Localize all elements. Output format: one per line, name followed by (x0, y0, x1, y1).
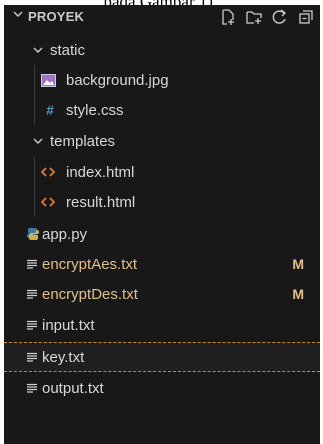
git-modified-badge: M (292, 286, 304, 302)
collapse-all-icon[interactable] (296, 7, 316, 27)
tree-item-static[interactable]: static (4, 35, 320, 65)
html-icon (40, 164, 56, 180)
tree-item-label: input.txt (42, 316, 95, 334)
tree-item-label: key.txt (42, 348, 85, 366)
tree-item-style-css[interactable]: # style.css (4, 95, 320, 125)
refresh-icon[interactable] (270, 7, 290, 27)
tree-item-label: encryptAes.txt (42, 255, 138, 273)
html-icon (40, 194, 56, 210)
explorer-panel: PROYEK static background.jpg # style.css… (4, 5, 320, 444)
tree-item-app-py[interactable]: app.py (4, 219, 320, 249)
tree-item-label: app.py (42, 225, 88, 243)
indent-guide (34, 187, 35, 217)
new-file-icon[interactable] (218, 7, 238, 27)
tree-item-encryptdes-txt[interactable]: encryptDes.txt M (4, 279, 320, 309)
text-file-icon (24, 380, 40, 396)
tree-item-background-jpg[interactable]: background.jpg (4, 65, 320, 95)
text-file-icon (24, 349, 40, 365)
explorer-root-header[interactable]: PROYEK (4, 5, 320, 29)
tree-item-encryptaes-txt[interactable]: encryptAes.txt M (4, 249, 320, 279)
explorer-root-label: PROYEK (28, 9, 85, 24)
tree-item-templates[interactable]: templates (4, 126, 320, 156)
tree-item-label: style.css (66, 101, 124, 119)
indent-guide (34, 65, 35, 95)
tree-item-result-html[interactable]: result.html (4, 187, 320, 217)
tree-item-output-txt[interactable]: output.txt (4, 373, 320, 403)
tree-item-label: encryptDes.txt (42, 285, 138, 303)
chevron-down-icon[interactable] (12, 8, 24, 23)
chevron-down-icon (30, 42, 46, 58)
python-icon (25, 226, 41, 242)
tree-item-label: index.html (66, 163, 135, 181)
new-folder-icon[interactable] (244, 7, 264, 27)
chevron-down-icon (30, 133, 46, 149)
tree-item-label: static (50, 41, 86, 59)
image-file-icon (40, 72, 56, 88)
indent-guide (34, 95, 35, 125)
tree-item-label: background.jpg (66, 71, 169, 89)
text-file-icon (24, 256, 40, 272)
tree-item-label: result.html (66, 193, 136, 211)
text-file-icon (24, 286, 40, 302)
tree-item-index-html[interactable]: index.html (4, 157, 320, 187)
tree-item-label: output.txt (42, 379, 104, 397)
tree-item-key-txt[interactable]: key.txt (4, 342, 320, 372)
css-hash-icon: # (46, 102, 54, 118)
tree-item-label: templates (50, 132, 116, 150)
git-modified-badge: M (292, 256, 304, 272)
explorer-actions (218, 7, 316, 27)
text-file-icon (24, 317, 40, 333)
indent-guide (34, 157, 35, 187)
tree-item-input-txt[interactable]: input.txt (4, 310, 320, 340)
